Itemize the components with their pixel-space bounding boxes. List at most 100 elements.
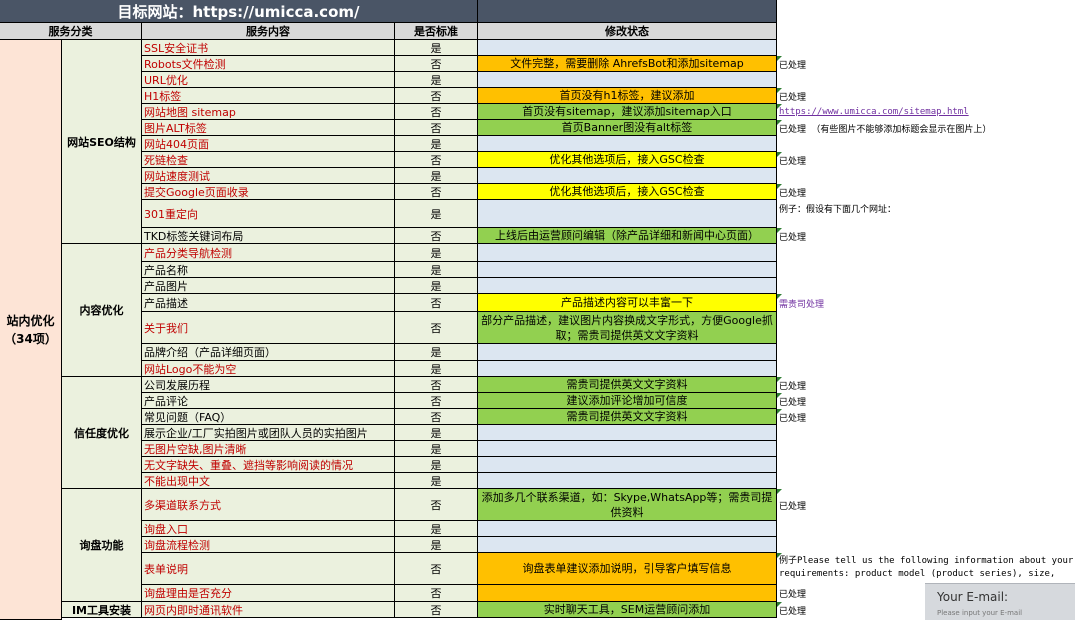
note-cell[interactable] xyxy=(777,441,1075,457)
status-cell[interactable] xyxy=(478,473,777,489)
service-cell[interactable]: 产品图片 xyxy=(142,278,395,294)
status-cell[interactable]: 文件完整，需要删除 AhrefsBot和添加sitemap xyxy=(478,56,777,72)
status-cell[interactable] xyxy=(478,168,777,184)
status-cell[interactable]: 优化其他选项后，接入GSC检查 xyxy=(478,152,777,168)
note-cell[interactable] xyxy=(777,473,1075,489)
standard-cell[interactable]: 否 xyxy=(395,184,478,200)
note-cell[interactable] xyxy=(777,344,1075,361)
note-cell[interactable] xyxy=(777,457,1075,473)
service-cell[interactable]: 询盘入口 xyxy=(142,521,395,537)
service-cell[interactable]: 网页内即时通讯软件 xyxy=(142,602,395,618)
note-cell[interactable]: 已处理 xyxy=(777,228,1075,244)
status-cell[interactable]: 部分产品描述，建议图片内容换成文字形式，方便Google抓取；需贵司提供英文文字… xyxy=(478,312,777,344)
service-cell[interactable]: 无图片空缺,图片清晰 xyxy=(142,441,395,457)
note-cell[interactable]: 需贵司处理 xyxy=(777,294,1075,312)
service-cell[interactable]: SSL安全证书 xyxy=(142,40,395,56)
standard-cell[interactable]: 是 xyxy=(395,361,478,377)
standard-cell[interactable]: 否 xyxy=(395,602,478,618)
standard-cell[interactable]: 否 xyxy=(395,120,478,136)
service-cell[interactable]: 301重定向 xyxy=(142,200,395,228)
service-cell[interactable]: 网站404页面 xyxy=(142,136,395,152)
standard-cell[interactable]: 是 xyxy=(395,244,478,262)
service-cell[interactable]: URL优化 xyxy=(142,72,395,88)
service-cell[interactable]: 产品名称 xyxy=(142,262,395,278)
status-cell[interactable] xyxy=(478,136,777,152)
status-cell[interactable]: 上线后由运营顾问编辑（除产品详细和新闻中心页面） xyxy=(478,228,777,244)
status-cell[interactable] xyxy=(478,361,777,377)
status-cell[interactable]: 首页Banner图没有alt标签 xyxy=(478,120,777,136)
status-cell[interactable] xyxy=(478,441,777,457)
status-cell[interactable] xyxy=(478,244,777,262)
service-cell[interactable]: 多渠道联系方式 xyxy=(142,489,395,521)
standard-cell[interactable]: 是 xyxy=(395,521,478,537)
email-overlay[interactable]: Your E-mail: Please input your E-mail xyxy=(925,583,1075,620)
service-cell[interactable]: 产品分类导航检测 xyxy=(142,244,395,262)
service-cell[interactable]: 产品描述 xyxy=(142,294,395,312)
standard-cell[interactable]: 否 xyxy=(395,553,478,585)
service-cell[interactable]: 网站地图 sitemap xyxy=(142,104,395,120)
standard-cell[interactable]: 是 xyxy=(395,72,478,88)
standard-cell[interactable]: 是 xyxy=(395,278,478,294)
note-cell[interactable] xyxy=(777,40,1075,56)
note-cell[interactable]: 已处理 xyxy=(777,409,1075,425)
status-cell[interactable]: 建议添加评论增加可信度 xyxy=(478,393,777,409)
service-cell[interactable]: 无文字缺失、重叠、遮挡等影响阅读的情况 xyxy=(142,457,395,473)
service-cell[interactable]: 询盘流程检测 xyxy=(142,537,395,553)
note-cell[interactable] xyxy=(777,278,1075,294)
status-cell[interactable]: 实时聊天工具，SEM运营顾问添加 xyxy=(478,602,777,618)
note-cell[interactable]: 已处理 xyxy=(777,56,1075,72)
status-cell[interactable] xyxy=(478,344,777,361)
status-cell[interactable]: 添加多几个联系渠道，如：Skype,WhatsApp等；需贵司提供资料 xyxy=(478,489,777,521)
note-cell[interactable]: https://www.umicca.com/sitemap.html xyxy=(777,104,1075,120)
status-cell[interactable] xyxy=(478,585,777,602)
standard-cell[interactable]: 是 xyxy=(395,40,478,56)
service-cell[interactable]: 提交Google页面收录 xyxy=(142,184,395,200)
standard-cell[interactable]: 否 xyxy=(395,489,478,521)
standard-cell[interactable]: 是 xyxy=(395,473,478,489)
note-cell[interactable]: 已处理 xyxy=(777,88,1075,104)
status-cell[interactable]: 首页没有h1标签，建议添加 xyxy=(478,88,777,104)
standard-cell[interactable]: 是 xyxy=(395,457,478,473)
standard-cell[interactable]: 是 xyxy=(395,200,478,228)
status-cell[interactable] xyxy=(478,72,777,88)
standard-cell[interactable]: 是 xyxy=(395,425,478,441)
standard-cell[interactable]: 否 xyxy=(395,88,478,104)
standard-cell[interactable]: 是 xyxy=(395,168,478,184)
note-cell[interactable]: 已处理 xyxy=(777,393,1075,409)
status-cell[interactable] xyxy=(478,425,777,441)
standard-cell[interactable]: 是 xyxy=(395,136,478,152)
status-cell[interactable] xyxy=(478,537,777,553)
standard-cell[interactable]: 是 xyxy=(395,262,478,278)
note-cell[interactable] xyxy=(777,425,1075,441)
note-cell[interactable] xyxy=(777,72,1075,88)
service-cell[interactable]: TKD标签关键词布局 xyxy=(142,228,395,244)
standard-cell[interactable]: 否 xyxy=(395,56,478,72)
service-cell[interactable]: 公司发展历程 xyxy=(142,377,395,393)
note-cell[interactable] xyxy=(777,537,1075,553)
status-cell[interactable]: 需贵司提供英文文字资料 xyxy=(478,377,777,393)
status-cell[interactable] xyxy=(478,200,777,228)
note-cell[interactable]: 已处理 xyxy=(777,489,1075,521)
note-cell[interactable]: 例子Please tell us the following informati… xyxy=(777,553,1075,585)
service-cell[interactable]: 表单说明 xyxy=(142,553,395,585)
status-cell[interactable] xyxy=(478,278,777,294)
note-cell[interactable] xyxy=(777,136,1075,152)
status-cell[interactable]: 产品描述内容可以丰富一下 xyxy=(478,294,777,312)
status-cell[interactable]: 优化其他选项后，接入GSC检查 xyxy=(478,184,777,200)
service-cell[interactable]: 网站Logo不能为空 xyxy=(142,361,395,377)
standard-cell[interactable]: 否 xyxy=(395,312,478,344)
service-cell[interactable]: H1标签 xyxy=(142,88,395,104)
status-cell[interactable] xyxy=(478,262,777,278)
standard-cell[interactable]: 否 xyxy=(395,393,478,409)
service-cell[interactable]: 图片ALT标签 xyxy=(142,120,395,136)
service-cell[interactable]: 网站速度测试 xyxy=(142,168,395,184)
standard-cell[interactable]: 否 xyxy=(395,294,478,312)
note-cell[interactable] xyxy=(777,361,1075,377)
service-cell[interactable]: 询盘理由是否充分 xyxy=(142,585,395,602)
service-cell[interactable]: 产品评论 xyxy=(142,393,395,409)
standard-cell[interactable]: 否 xyxy=(395,377,478,393)
standard-cell[interactable]: 否 xyxy=(395,228,478,244)
note-cell[interactable] xyxy=(777,168,1075,184)
service-cell[interactable]: 死链检查 xyxy=(142,152,395,168)
standard-cell[interactable]: 是 xyxy=(395,537,478,553)
